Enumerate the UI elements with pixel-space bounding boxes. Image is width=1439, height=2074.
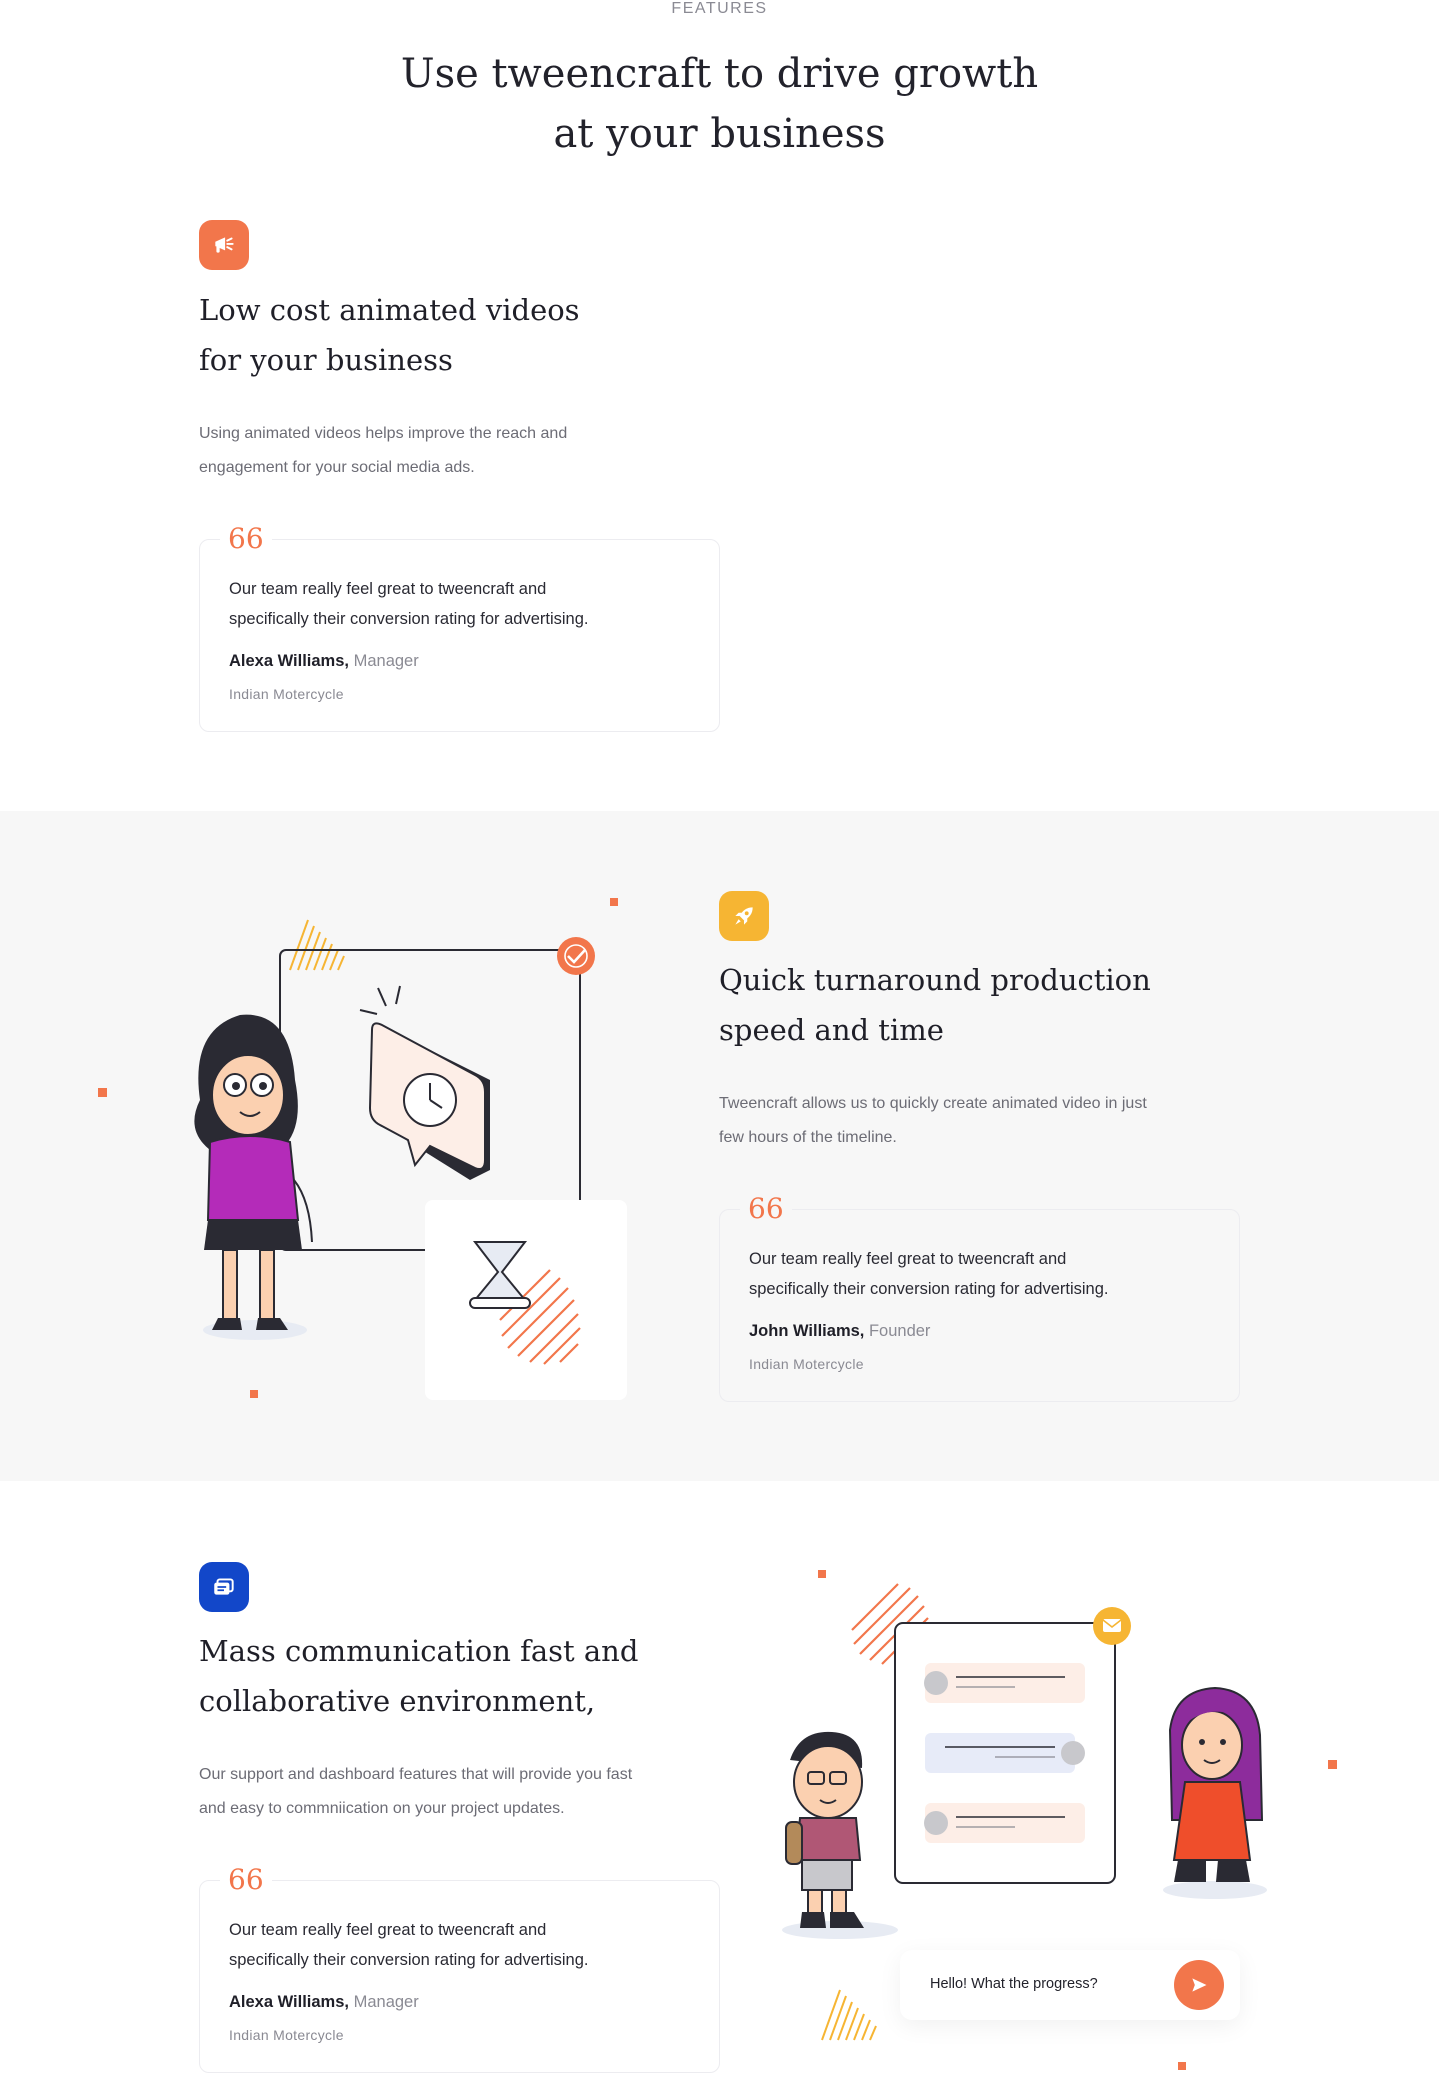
decor-dot bbox=[818, 1570, 826, 1578]
chat-message-text: Hello! What the progress? bbox=[930, 1976, 1098, 1992]
testimonial-text: Our team really feel great to tweencraft… bbox=[229, 574, 699, 634]
testimonial-card: 66 Our team really feel great to tweencr… bbox=[719, 1194, 1240, 1402]
feature-title-line: Mass communication fast and bbox=[199, 1634, 639, 1668]
section-title: Use tweencraft to drive growth at your b… bbox=[0, 44, 1439, 164]
send-button[interactable] bbox=[1174, 1960, 1224, 2010]
chat-icon bbox=[199, 1562, 249, 1612]
feature-desc-line: engagement for your social media ads. bbox=[199, 459, 475, 476]
hatch-triangle-decor bbox=[821, 1989, 877, 2041]
feature-title-line: Low cost animated videos bbox=[199, 293, 580, 327]
quote-mark-icon: 66 bbox=[220, 524, 272, 554]
feature-title-line: for your business bbox=[199, 343, 453, 377]
feature-title-communication: Mass communication fast and collaborativ… bbox=[199, 1626, 638, 1726]
feature-description: Our support and dashboard features that … bbox=[199, 1758, 632, 1826]
decor-dot bbox=[98, 1088, 107, 1097]
boy-character-illustration bbox=[782, 1731, 898, 1939]
testimonial-line: specifically their conversion rating for… bbox=[229, 1951, 589, 1969]
decor-dot bbox=[610, 898, 618, 906]
feature-title-line: Quick turnaround production bbox=[719, 963, 1151, 997]
testimonial-card: 66 Our team really feel great to tweencr… bbox=[199, 1865, 720, 2073]
testimonial-card: 66 Our team really feel great to tweencr… bbox=[199, 524, 720, 732]
author-name: Alexa Williams, bbox=[229, 652, 349, 670]
decor-dot bbox=[1178, 2062, 1186, 2070]
feature-title-line: collaborative environment, bbox=[199, 1684, 596, 1718]
author-company: Indian Motercycle bbox=[749, 1356, 864, 1372]
testimonial-author: Alexa Williams, Manager bbox=[229, 652, 419, 671]
feature-title-low-cost: Low cost animated videos for your busine… bbox=[199, 285, 580, 385]
clock-bubble-icon bbox=[359, 985, 490, 1180]
author-name: Alexa Williams, bbox=[229, 1993, 349, 2011]
feature-desc-line: and easy to commniication on your projec… bbox=[199, 1800, 565, 1817]
send-icon bbox=[1192, 1978, 1207, 1992]
feature-desc-line: Using animated videos helps improve the … bbox=[199, 425, 568, 442]
testimonial-line: specifically their conversion rating for… bbox=[749, 1280, 1109, 1298]
feature-desc-line: Our support and dashboard features that … bbox=[199, 1766, 633, 1783]
quote-mark-icon: 66 bbox=[740, 1194, 792, 1224]
check-badge-icon bbox=[557, 937, 595, 975]
feature-desc-line: Tweencraft allows us to quickly create a… bbox=[719, 1095, 1147, 1112]
author-name: John Williams, bbox=[749, 1322, 865, 1340]
girl-character-illustration bbox=[1163, 1686, 1267, 1899]
testimonial-line: Our team really feel great to tweencraft… bbox=[229, 580, 547, 598]
author-role: Manager bbox=[353, 652, 419, 670]
testimonial-author: John Williams, Founder bbox=[749, 1322, 930, 1341]
testimonial-text: Our team really feel great to tweencraft… bbox=[229, 1915, 699, 1975]
chat-message-bubble: Hello! What the progress? bbox=[900, 1950, 1240, 2020]
decor-dot bbox=[250, 1390, 258, 1398]
message-row bbox=[925, 1733, 1085, 1773]
section-title-line2: at your business bbox=[553, 111, 886, 157]
author-company: Indian Motercycle bbox=[229, 2027, 344, 2043]
author-role: Manager bbox=[353, 1993, 419, 2011]
testimonial-text: Our team really feel great to tweencraft… bbox=[749, 1244, 1219, 1304]
section-title-line1: Use tweencraft to drive growth bbox=[400, 51, 1039, 97]
rocket-icon bbox=[719, 891, 769, 941]
testimonial-line: specifically their conversion rating for… bbox=[229, 610, 589, 628]
testimonial-author: Alexa Williams, Manager bbox=[229, 1993, 419, 2012]
author-role: Founder bbox=[868, 1322, 931, 1340]
author-company: Indian Motercycle bbox=[229, 686, 344, 702]
megaphone-icon bbox=[199, 220, 249, 270]
turnaround-illustration bbox=[98, 898, 627, 1400]
feature-description: Using animated videos helps improve the … bbox=[199, 417, 567, 485]
girl-character-illustration bbox=[194, 1014, 313, 1340]
section-eyebrow: FEATURES bbox=[671, 0, 768, 17]
quote-mark-icon: 66 bbox=[220, 1865, 272, 1895]
hatch-triangle-decor bbox=[289, 919, 345, 971]
message-row bbox=[924, 1803, 1085, 1843]
testimonial-line: Our team really feel great to tweencraft… bbox=[229, 1921, 547, 1939]
feature-description: Tweencraft allows us to quickly create a… bbox=[719, 1087, 1147, 1155]
feature-desc-line: few hours of the timeline. bbox=[719, 1129, 897, 1146]
decor-dot bbox=[1328, 1760, 1337, 1769]
testimonial-line: Our team really feel great to tweencraft… bbox=[749, 1250, 1067, 1268]
feature-title-turnaround: Quick turnaround production speed and ti… bbox=[719, 955, 1151, 1055]
feature-title-line: speed and time bbox=[719, 1013, 944, 1047]
message-row bbox=[924, 1663, 1085, 1703]
